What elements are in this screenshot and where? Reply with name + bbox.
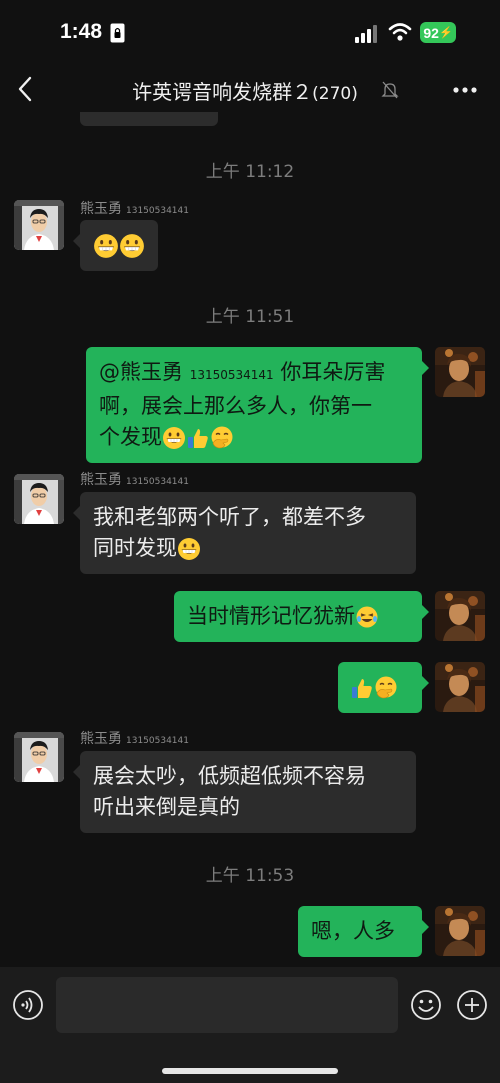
previous-message-bubble — [80, 112, 218, 126]
chat-title: 许英谔音响发烧群２(270) — [0, 76, 500, 105]
message-bubble[interactable]: 我和老邹两个听了，都差不多 同时发现 — [73, 492, 416, 574]
emoji-picker-icon[interactable] — [410, 989, 442, 1021]
sender-name: 熊玉勇 13150534141 — [80, 472, 189, 488]
avatar[interactable] — [435, 662, 485, 712]
group-name: 许英谔音响发烧群２ — [132, 80, 313, 104]
thumbs-up-icon — [186, 426, 210, 450]
sender-name: 熊玉勇 13150534141 — [80, 731, 189, 747]
status-bar: 1:48 92 ⚡ — [0, 0, 500, 66]
avatar[interactable] — [435, 906, 485, 956]
avatar[interactable] — [435, 591, 485, 641]
input-bar — [0, 967, 500, 1083]
avatar[interactable] — [435, 347, 485, 397]
message-bubble[interactable]: 嗯，人多 — [298, 906, 429, 957]
battery-indicator: 92 ⚡ — [420, 22, 456, 43]
message-input[interactable] — [56, 977, 398, 1033]
face-with-hand-over-mouth-icon — [374, 676, 398, 700]
grinning-face-icon — [93, 233, 119, 259]
more-actions-plus-icon[interactable] — [456, 989, 488, 1021]
avatar[interactable] — [14, 732, 64, 782]
grinning-face-icon — [162, 426, 186, 450]
grinning-face-icon — [119, 233, 145, 259]
battery-level: 92 — [423, 24, 439, 41]
face-with-hand-over-mouth-icon — [210, 426, 234, 450]
message-bubble[interactable]: 展会太吵，低频超低频不容易 听出来倒是真的 — [73, 751, 416, 833]
message-text: 嗯，人多 — [311, 919, 395, 943]
timestamp: 上午 11:53 — [205, 866, 295, 886]
rolling-laughing-icon — [355, 605, 379, 629]
message-text-line: 展会太吵，低频超低频不容易 — [93, 764, 366, 788]
status-time: 1:48 — [60, 20, 103, 43]
message-bubble[interactable]: 当时情形记忆犹新 — [174, 591, 429, 642]
charging-bolt-icon: ⚡ — [438, 27, 453, 39]
sender-name: 熊玉勇 13150534141 — [80, 201, 189, 217]
message-bubble[interactable]: @熊玉勇 13150534141 你耳朵厉害 啊，展会上那么多人，你第一 个发现 — [86, 347, 429, 463]
message-text-line: 听出来倒是真的 — [93, 795, 240, 819]
message-text-line: 同时发现 — [93, 533, 403, 564]
message-text-line: 我和老邹两个听了，都差不多 — [93, 505, 366, 529]
message-text-line: 个发现 — [99, 422, 409, 453]
orientation-lock-icon — [110, 23, 125, 43]
timestamp: 上午 11:51 — [205, 307, 295, 327]
grinning-face-icon — [177, 537, 201, 561]
wifi-icon — [388, 23, 412, 41]
message-bubble[interactable] — [338, 662, 429, 713]
more-options-icon[interactable] — [452, 86, 478, 94]
chat-header: 许英谔音响发烧群２(270) — [0, 66, 500, 112]
avatar[interactable] — [14, 474, 64, 524]
message-text-line: @熊玉勇 13150534141 你耳朵厉害 — [99, 360, 386, 384]
message-bubble[interactable] — [73, 220, 158, 271]
home-indicator — [162, 1068, 338, 1074]
timestamp: 上午 11:12 — [205, 162, 295, 182]
message-text-line: 啊，展会上那么多人，你第一 — [99, 394, 372, 418]
thumbs-up-icon — [350, 676, 374, 700]
message-text: 当时情形记忆犹新 — [187, 604, 355, 628]
message-list[interactable]: 上午 11:12 熊玉勇 13150534141 上午 11:51 @熊玉勇 13… — [0, 112, 500, 967]
avatar[interactable] — [14, 200, 64, 250]
cellular-signal-icon — [355, 25, 377, 43]
voice-input-icon[interactable] — [12, 989, 44, 1021]
mute-bell-icon — [381, 81, 399, 99]
member-count: (270) — [312, 84, 358, 104]
